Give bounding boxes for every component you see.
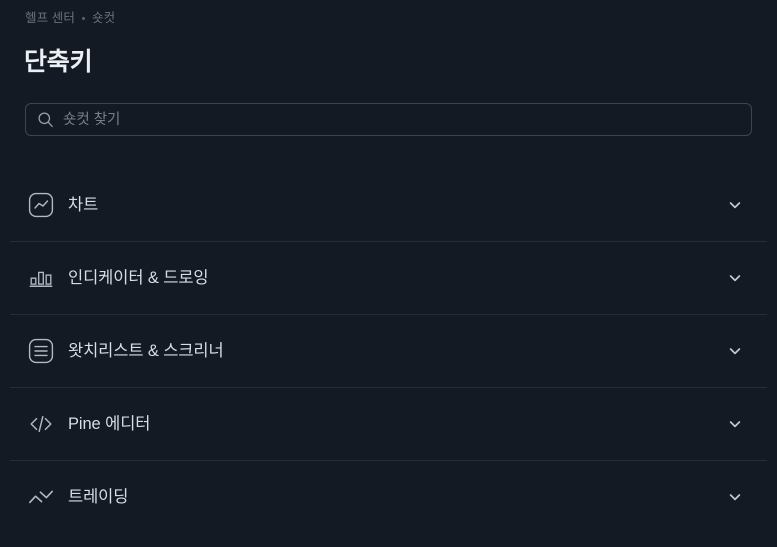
chart-line-icon [24, 188, 58, 222]
chevron-down-icon[interactable] [727, 343, 743, 359]
chevron-down-icon[interactable] [727, 416, 743, 432]
shortcuts-page: 헬프 센터 숏컷 단축키 차트 [0, 0, 777, 547]
search-input[interactable] [63, 104, 740, 135]
chevron-down-icon[interactable] [727, 270, 743, 286]
page-title: 단축키 [24, 48, 93, 76]
section-label: 인디케이터 & 드로잉 [68, 268, 209, 287]
bar-chart-icon [24, 261, 58, 295]
search-icon [37, 111, 54, 128]
list-lines-icon [24, 334, 58, 368]
shortcut-sections-list: 차트 인디케이터 & 드로잉 왓치리스트 & 스크리너 Pine 에디터 트레이… [0, 168, 777, 533]
chevron-down-icon[interactable] [727, 197, 743, 213]
breadcrumb-item-help-center[interactable]: 헬프 센터 [25, 10, 75, 27]
bullet-dot-icon [81, 17, 85, 20]
breadcrumb: 헬프 센터 숏컷 [25, 10, 115, 27]
search-box[interactable] [25, 103, 752, 136]
section-label: 트레이딩 [68, 487, 129, 506]
section-label: 왓치리스트 & 스크리너 [68, 341, 224, 360]
section-label: 차트 [68, 195, 99, 214]
section-row-pine-editor[interactable]: Pine 에디터 [0, 387, 777, 460]
section-row-trading[interactable]: 트레이딩 [0, 460, 777, 533]
section-row-indicators-drawing[interactable]: 인디케이터 & 드로잉 [0, 241, 777, 314]
code-brackets-icon [24, 407, 58, 441]
chevron-down-icon[interactable] [727, 489, 743, 505]
breadcrumb-item-shortcuts: 숏컷 [91, 11, 116, 25]
double-chevron-swap-icon [24, 480, 58, 514]
section-row-watchlist-screener[interactable]: 왓치리스트 & 스크리너 [0, 314, 777, 387]
search-area [25, 103, 752, 136]
section-row-chart[interactable]: 차트 [0, 168, 777, 241]
section-label: Pine 에디터 [68, 414, 151, 433]
